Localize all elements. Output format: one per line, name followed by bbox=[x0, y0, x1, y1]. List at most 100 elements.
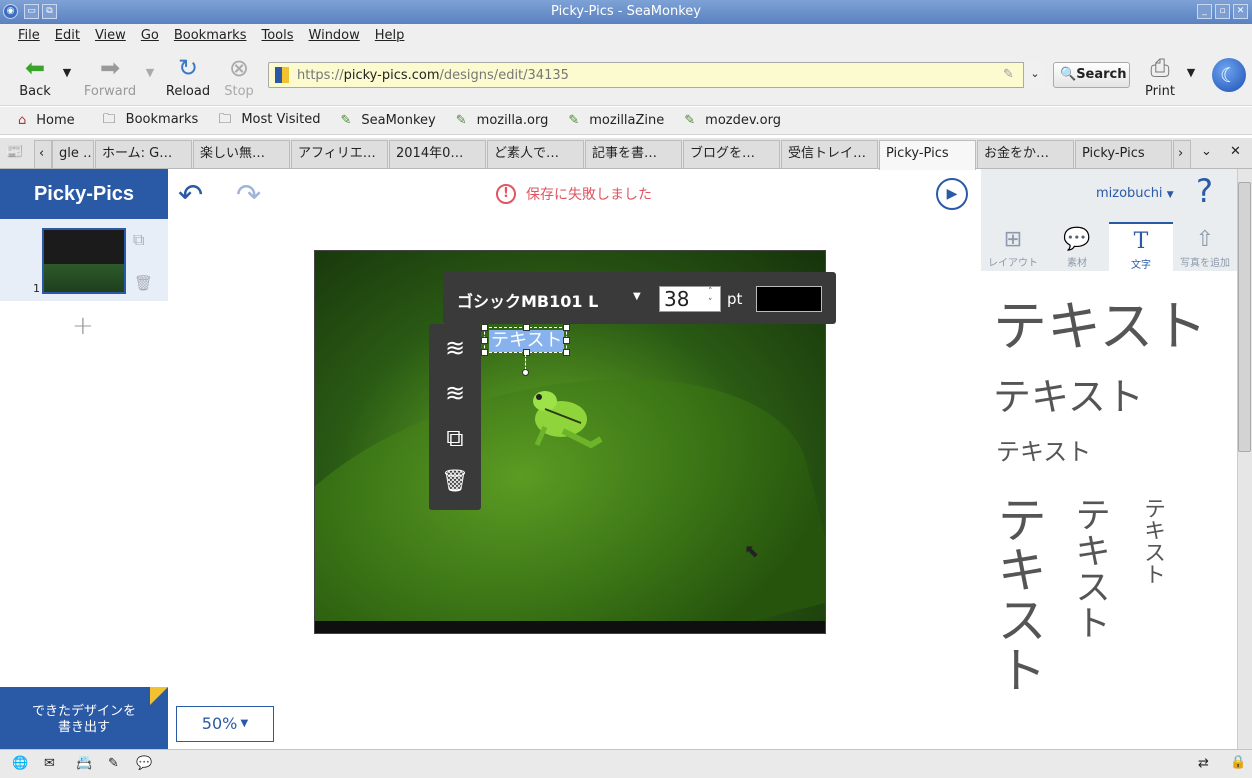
zoom-select[interactable]: 50% ▼ bbox=[176, 706, 274, 742]
preview-play-icon[interactable]: ▶ bbox=[936, 178, 968, 210]
undo-icon[interactable]: ↶ bbox=[178, 178, 203, 213]
url-dropdown-button[interactable]: ⌄ bbox=[1023, 62, 1046, 88]
text-sample-vertical-large[interactable]: テキスト bbox=[989, 494, 1047, 694]
seamonkey-throbber-icon[interactable]: ☾ bbox=[1212, 58, 1246, 92]
forward-button[interactable]: ➡ Forward bbox=[82, 54, 138, 99]
bookmark-home[interactable]: ⌂ Home bbox=[18, 113, 85, 128]
close-window-button[interactable]: ✕ bbox=[1233, 4, 1248, 19]
stepper-icon[interactable]: ˄ ˅ bbox=[708, 287, 713, 309]
menu-bookmarks[interactable]: Bookmarks bbox=[174, 28, 247, 43]
print-button[interactable]: ⎙ Print bbox=[1140, 54, 1180, 99]
bring-forward-icon[interactable]: ≋ bbox=[441, 334, 469, 366]
bookmark-bookmarks[interactable]: 🗀 Bookmarks bbox=[103, 110, 209, 132]
tab-text[interactable]: T 文字 bbox=[1109, 222, 1173, 272]
text-sample-large[interactable]: テキスト bbox=[993, 282, 1207, 361]
minimize-button[interactable]: _ bbox=[1197, 4, 1212, 19]
resize-handle[interactable] bbox=[563, 337, 570, 344]
maximize-button[interactable]: ▫ bbox=[1215, 4, 1230, 19]
tab-picky-pics-active[interactable]: Picky-Pics bbox=[879, 140, 976, 170]
user-menu[interactable]: mizobuchi ▼ bbox=[1096, 186, 1174, 201]
forward-history-dropdown[interactable]: ▼ bbox=[143, 66, 157, 79]
bookmark-mozdev-org[interactable]: ✎ mozdev.org bbox=[684, 113, 791, 128]
online-status-icon[interactable]: ⇄ bbox=[1198, 756, 1209, 771]
bookmark-mozilla-org[interactable]: ✎ mozilla.org bbox=[456, 113, 559, 128]
url-bar[interactable]: https://picky-pics.com/designs/edit/3413… bbox=[268, 62, 1046, 88]
tab-item[interactable]: 楽しい無… bbox=[193, 140, 290, 168]
menu-file[interactable]: File bbox=[18, 28, 40, 43]
reload-button[interactable]: ↻ Reload bbox=[164, 54, 212, 99]
bookmark-mozillazine[interactable]: ✎ mozillaZine bbox=[568, 113, 674, 128]
bookmark-most-visited[interactable]: 🗀 Most Visited bbox=[218, 110, 330, 132]
mail-icon[interactable]: ✉ bbox=[44, 756, 55, 771]
send-backward-icon[interactable]: ≋ bbox=[441, 379, 469, 411]
menu-window[interactable]: Window bbox=[309, 28, 360, 43]
page-scrollbar-thumb[interactable] bbox=[1238, 182, 1251, 452]
stop-icon: ⊗ bbox=[228, 54, 250, 82]
help-icon[interactable]: ? bbox=[1196, 172, 1213, 210]
duplicate-icon[interactable]: ⧉ bbox=[441, 424, 469, 456]
window-menu-button[interactable]: ▭ bbox=[24, 4, 39, 19]
tab-list-icon[interactable]: 📰 bbox=[6, 144, 23, 160]
tab-layout[interactable]: ⊞ レイアウト bbox=[981, 222, 1045, 272]
window-shade-button[interactable]: ⧉ bbox=[42, 4, 57, 19]
duplicate-page-icon[interactable]: ⧉ bbox=[133, 230, 144, 250]
bookmark-seamonkey[interactable]: ✎ SeaMonkey bbox=[340, 113, 445, 128]
resize-handle[interactable] bbox=[563, 349, 570, 356]
rotate-handle[interactable] bbox=[522, 369, 529, 376]
security-lock-icon[interactable]: 🔒 bbox=[1230, 755, 1246, 770]
selected-text-element[interactable]: テキスト bbox=[481, 324, 570, 376]
tab-scroll-right[interactable]: › bbox=[1173, 140, 1191, 168]
addressbook-icon[interactable]: 📇 bbox=[76, 756, 92, 771]
irc-chat-icon[interactable]: 💬 bbox=[136, 756, 152, 771]
tab-item[interactable]: 受信トレイ… bbox=[781, 140, 878, 168]
tab-item[interactable]: Picky-Pics bbox=[1075, 140, 1172, 168]
tab-item[interactable]: アフィリエ… bbox=[291, 140, 388, 168]
menu-go[interactable]: Go bbox=[141, 28, 159, 43]
tab-item[interactable]: お金をか… bbox=[977, 140, 1074, 168]
tab-material[interactable]: 💬 素材 bbox=[1045, 222, 1109, 272]
text-color-swatch[interactable] bbox=[756, 286, 822, 312]
resize-handle[interactable] bbox=[481, 337, 488, 344]
page-thumbnail[interactable] bbox=[42, 228, 126, 294]
chevron-down-icon[interactable]: ▼ bbox=[633, 291, 641, 302]
search-button[interactable]: 🔍Search bbox=[1053, 62, 1130, 88]
tab-item[interactable]: ブログを… bbox=[683, 140, 780, 168]
tab-add-photo[interactable]: ⇧ 写真を追加 bbox=[1173, 222, 1237, 272]
font-family-select[interactable]: ゴシックMB101 L bbox=[457, 288, 598, 312]
close-tab-button[interactable]: ✕ bbox=[1230, 144, 1241, 159]
tab-scroll-left[interactable]: ‹ bbox=[34, 140, 52, 168]
tab-item[interactable]: ど素人で… bbox=[487, 140, 584, 168]
trash-icon[interactable]: 🗑 bbox=[441, 469, 469, 501]
menu-edit[interactable]: Edit bbox=[55, 28, 80, 43]
all-tabs-dropdown[interactable]: ⌄ bbox=[1201, 144, 1212, 159]
tab-item[interactable]: ホーム: G… bbox=[95, 140, 192, 168]
text-sample-small[interactable]: テキスト bbox=[996, 432, 1091, 467]
font-size-input[interactable]: 38 ˄ ˅ bbox=[659, 286, 721, 312]
back-button[interactable]: ⬅ Back bbox=[14, 54, 56, 99]
delete-page-icon[interactable]: 🗑 bbox=[134, 274, 153, 292]
resize-handle[interactable] bbox=[523, 324, 530, 331]
tab-item[interactable]: gle … bbox=[52, 140, 94, 168]
tab-item[interactable]: 2014年0… bbox=[389, 140, 486, 168]
bookmark-star-icon[interactable]: ✎ bbox=[1003, 67, 1014, 82]
redo-icon[interactable]: ↷ bbox=[236, 178, 261, 213]
print-dropdown[interactable]: ▼ bbox=[1184, 66, 1198, 79]
resize-handle[interactable] bbox=[481, 324, 488, 331]
seamonkey-icon[interactable]: ◉ bbox=[3, 4, 18, 19]
menu-help[interactable]: Help bbox=[375, 28, 405, 43]
export-button[interactable]: できたデザインを 書き出す bbox=[0, 687, 168, 749]
text-sample-vertical-small[interactable]: テキスト bbox=[1140, 497, 1165, 585]
menu-tools[interactable]: Tools bbox=[261, 28, 293, 43]
back-history-dropdown[interactable]: ▼ bbox=[60, 66, 74, 79]
globe-icon[interactable]: 🌐 bbox=[12, 756, 28, 771]
resize-handle[interactable] bbox=[481, 349, 488, 356]
add-page-button[interactable]: + bbox=[72, 311, 94, 341]
stop-button[interactable]: ⊗ Stop bbox=[218, 54, 260, 99]
composer-icon[interactable]: ✎ bbox=[108, 756, 119, 771]
brand-logo[interactable]: Picky-Pics bbox=[0, 169, 168, 219]
text-sample-medium[interactable]: テキスト bbox=[993, 366, 1144, 421]
resize-handle[interactable] bbox=[563, 324, 570, 331]
menu-view[interactable]: View bbox=[95, 28, 126, 43]
text-sample-vertical-medium[interactable]: テキスト bbox=[1069, 496, 1110, 640]
tab-item[interactable]: 記事を書… bbox=[585, 140, 682, 168]
